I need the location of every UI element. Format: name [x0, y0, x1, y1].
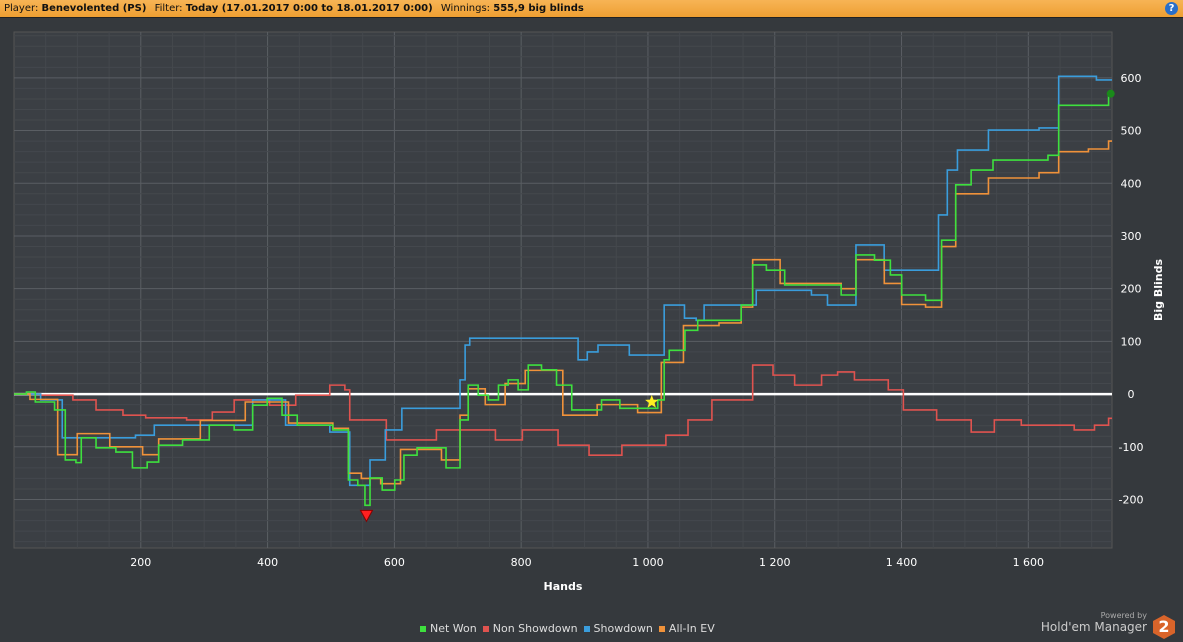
y-tick-label: 0 — [1128, 388, 1135, 401]
legend-item[interactable]: Net Won — [420, 622, 477, 635]
x-tick-label: 200 — [130, 556, 151, 569]
x-tick-label: 1 600 — [1013, 556, 1045, 569]
powered-by: Powered by — [1100, 611, 1147, 620]
y-tick-label: -100 — [1119, 441, 1144, 454]
x-tick-label: 1 400 — [886, 556, 918, 569]
end-marker — [1106, 89, 1115, 98]
y-tick-label: 100 — [1121, 335, 1142, 348]
x-tick-label: 1 200 — [759, 556, 791, 569]
legend-swatch — [658, 626, 665, 632]
brand: Powered by Hold'em Manager 2 — [1040, 611, 1175, 639]
legend-label: Net Won — [430, 622, 477, 635]
legend-label: Showdown — [593, 622, 653, 635]
y-tick-label: 500 — [1121, 125, 1142, 138]
legend-swatch — [482, 626, 489, 632]
legend-swatch — [583, 626, 590, 632]
legend-item[interactable]: All-In EV — [658, 622, 715, 635]
y-axis-label: Big Blinds — [1152, 259, 1165, 321]
hm2-logo-icon: 2 — [1153, 615, 1175, 639]
x-tick-label: 1 000 — [632, 556, 664, 569]
legend: Net Won Non Showdown Showdown All-In EV — [420, 622, 715, 635]
x-tick-label: 400 — [257, 556, 278, 569]
brand-name: Hold'em Manager — [1040, 620, 1147, 634]
x-tick-label: 800 — [511, 556, 532, 569]
y-tick-label: -200 — [1119, 494, 1144, 507]
legend-label: Non Showdown — [492, 622, 578, 635]
legend-item[interactable]: Non Showdown — [482, 622, 578, 635]
x-axis-label: Hands — [544, 580, 583, 593]
y-tick-label: 600 — [1121, 72, 1142, 85]
y-tick-label: 400 — [1121, 177, 1142, 190]
legend-swatch — [420, 626, 426, 632]
legend-item[interactable]: Showdown — [583, 622, 653, 635]
x-tick-label: 600 — [384, 556, 405, 569]
y-tick-label: 300 — [1121, 230, 1142, 243]
graph-chart: 200 400 600 800 1 000 1 200 1 400 1 600 -200 -100… — [13, 31, 1165, 593]
legend-label: All-In EV — [668, 622, 715, 635]
y-tick-label: 200 — [1121, 283, 1142, 296]
